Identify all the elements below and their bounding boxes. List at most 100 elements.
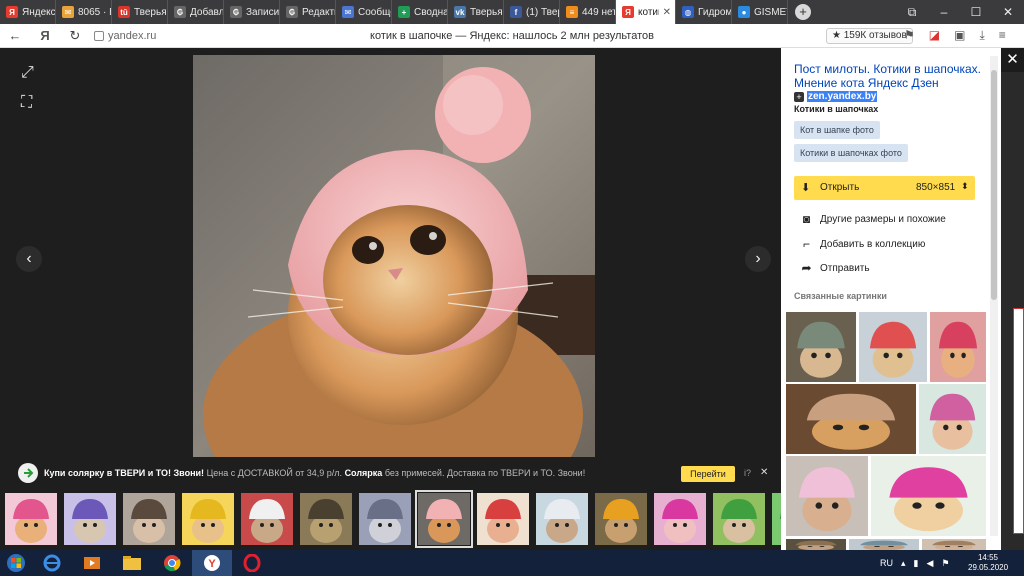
source-domain[interactable]: + zen.yandex.by	[794, 91, 878, 102]
thumbnail-item[interactable]	[654, 493, 706, 545]
reviews-badge[interactable]: ★ 159К отзывов	[826, 28, 913, 44]
url-field[interactable]: yandex.ru	[94, 30, 156, 42]
fullscreen-icon[interactable]: ⤢	[21, 64, 34, 82]
tab-1[interactable]: ✉ 8065 · В	[56, 0, 112, 24]
start-button[interactable]	[0, 554, 32, 572]
tab-2[interactable]: tū Тверья	[112, 0, 168, 24]
scrollbar-thumb[interactable]	[991, 70, 997, 300]
network-icon[interactable]: ▮	[914, 558, 919, 569]
related-image[interactable]	[786, 538, 846, 550]
source-title-link[interactable]: Пост милоты. Котики в шапочках. Мнение к…	[794, 62, 984, 90]
tab-active[interactable]: Я котик ✕	[616, 0, 676, 24]
open-image-button[interactable]: ⬇ Открыть 850×851 ⬍	[794, 176, 975, 200]
image-viewer: ⤢ ⛶ ‹ ›	[0, 48, 781, 488]
related-image[interactable]	[859, 312, 927, 382]
tray-expand-icon[interactable]: ▴	[901, 558, 906, 569]
window-restore-icon[interactable]: ⧉	[896, 0, 928, 24]
related-image[interactable]	[919, 384, 986, 454]
related-image[interactable]	[930, 312, 986, 382]
tab-8[interactable]: vk Тверья	[448, 0, 504, 24]
tab-after-1[interactable]: ● GISMETI	[732, 0, 788, 24]
thumbnail-item[interactable]	[713, 493, 765, 545]
opera-icon[interactable]	[232, 550, 272, 576]
related-image[interactable]	[922, 538, 986, 550]
explorer-icon[interactable]	[112, 550, 152, 576]
thumbnail-item[interactable]	[241, 493, 293, 545]
close-viewer-icon[interactable]: ✕	[1001, 48, 1024, 72]
tab-4[interactable]: ₲ Записи	[224, 0, 280, 24]
address-bar: ← Я ↻ yandex.ru котик в шапочке — Яндекс…	[0, 24, 1024, 48]
minimize-icon[interactable]: –	[928, 0, 960, 24]
flag-icon[interactable]: ⚑	[941, 558, 949, 569]
related-image[interactable]	[849, 538, 919, 550]
tab-label: Редакти	[302, 6, 335, 18]
thumbnail-item[interactable]	[536, 493, 588, 545]
tag-cat-in-hat[interactable]: Кот в шапке фото	[794, 121, 880, 139]
thumbnail-item[interactable]	[415, 490, 473, 548]
thumbnail-item[interactable]	[300, 493, 352, 545]
reload-icon[interactable]: ↻	[60, 28, 90, 44]
clock[interactable]: 14:55 29.05.2020	[968, 553, 1008, 573]
protect-icon[interactable]: ◪	[929, 28, 940, 43]
menu-icon[interactable]: ≡	[999, 28, 1006, 43]
rss-icon: ≡	[566, 6, 578, 18]
facebook-icon: f	[510, 6, 522, 18]
similar-images-action[interactable]: ◙ Другие размеры и похожие	[800, 212, 946, 226]
tab-10[interactable]: ≡ 449 нет	[560, 0, 616, 24]
tab-5[interactable]: ₲ Редакти	[280, 0, 336, 24]
tab-label: Сводна	[414, 6, 447, 18]
yandex-logo-icon[interactable]: Я	[30, 28, 60, 43]
ie-icon[interactable]	[32, 550, 72, 576]
chrome-icon[interactable]	[152, 550, 192, 576]
volume-icon[interactable]: ◀	[926, 558, 933, 569]
tab-label: Тверья	[470, 6, 503, 18]
thumbnail-item[interactable]	[595, 493, 647, 545]
crop-icon[interactable]: ⛶	[21, 94, 32, 112]
language-indicator[interactable]: RU	[880, 558, 893, 568]
thumbnail-item[interactable]	[64, 493, 116, 545]
thumbnail-item[interactable]	[477, 493, 529, 545]
ad-text-3: без примесей. Доставка по ТВЕРИ и ТО. Зв…	[384, 468, 586, 478]
media-player-icon[interactable]	[72, 550, 112, 576]
add-to-collection-label: Добавить в коллекцию	[820, 238, 926, 250]
tab-0[interactable]: Я Яндекс	[0, 0, 56, 24]
tab-9[interactable]: f (1) Твер	[504, 0, 560, 24]
tag-cats-in-hats[interactable]: Котики в шапочках фото	[794, 144, 908, 162]
related-image[interactable]	[871, 456, 986, 536]
ad-info-icon[interactable]: i?	[744, 468, 751, 478]
tab-6[interactable]: ✉ Сообще	[336, 0, 392, 24]
thumbnail-item[interactable]	[123, 493, 175, 545]
tab-7[interactable]: + Сводна	[392, 0, 448, 24]
close-icon[interactable]: ✕	[663, 7, 671, 18]
yandex-browser-icon[interactable]: Y	[192, 550, 232, 576]
thumbnail-item[interactable]	[5, 493, 57, 545]
related-image[interactable]	[786, 456, 868, 536]
bookmark-icon[interactable]: ⚑	[904, 28, 915, 43]
thumbnail-item[interactable]	[182, 493, 234, 545]
related-image[interactable]	[786, 312, 856, 382]
share-label: Отправить	[820, 262, 870, 274]
thumbnail-item[interactable]	[359, 493, 411, 545]
next-image-button[interactable]: ›	[745, 246, 771, 272]
panel-scrollbar[interactable]	[990, 56, 998, 536]
add-to-collection-action[interactable]: ⌐ Добавить в коллекцию	[800, 237, 925, 251]
tab-label: Гидром	[698, 6, 731, 18]
close-window-icon[interactable]: ✕	[992, 0, 1024, 24]
ad-close-icon[interactable]: ✕	[760, 467, 768, 478]
size-dropdown-icon[interactable]: ⬍	[961, 181, 969, 192]
ad-go-button[interactable]: Перейти	[681, 466, 735, 482]
share-action[interactable]: ➦ Отправить	[800, 261, 870, 275]
tab-after-0[interactable]: ◍ Гидром	[676, 0, 732, 24]
prev-image-button[interactable]: ‹	[16, 246, 42, 272]
new-tab-button[interactable]: +	[788, 0, 818, 24]
related-image[interactable]	[786, 384, 916, 454]
ad-text[interactable]: Купи солярку в ТВЕРИ и ТО! Звони! Цена с…	[44, 468, 585, 478]
tab-label: GISMETI	[754, 6, 787, 18]
back-arrow-icon[interactable]: ←	[0, 28, 30, 43]
news-icon: tū	[118, 6, 130, 18]
tab-3[interactable]: ₲ Добавл	[168, 0, 224, 24]
main-image[interactable]	[193, 55, 595, 457]
collections-icon[interactable]: ▣	[954, 28, 965, 43]
downloads-icon[interactable]: ⤓	[979, 28, 984, 43]
maximize-icon[interactable]: ☐	[960, 0, 992, 24]
